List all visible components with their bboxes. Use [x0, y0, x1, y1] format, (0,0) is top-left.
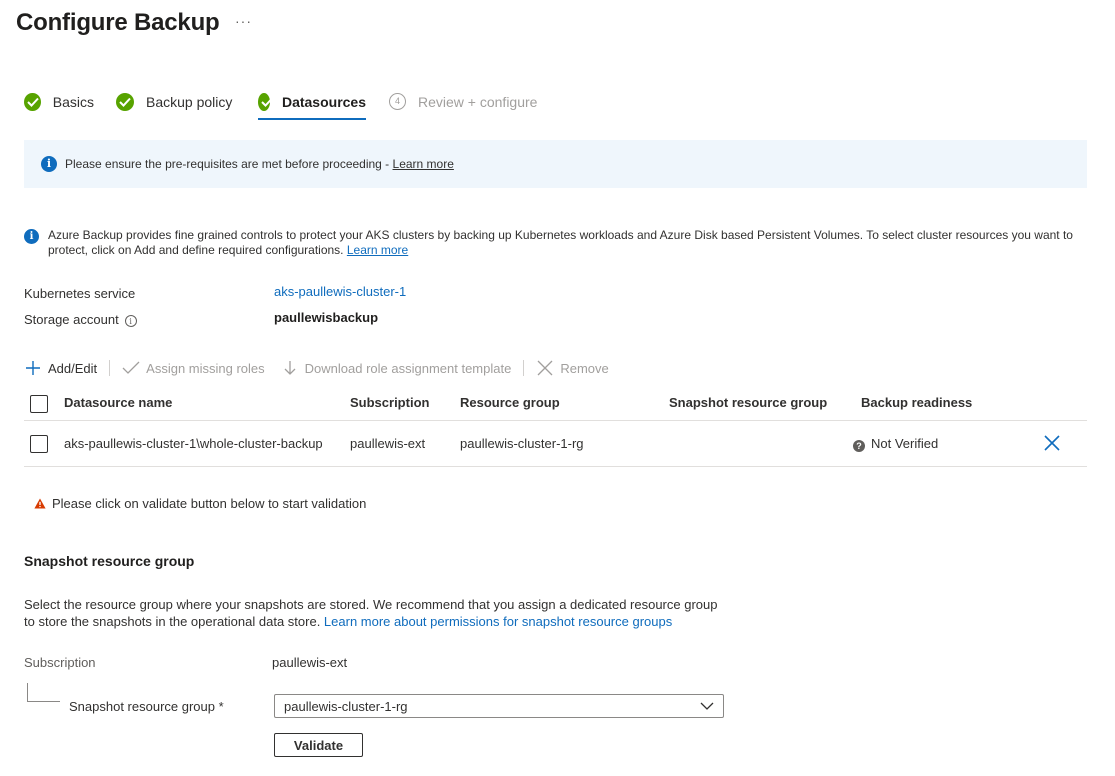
tab-backup-policy[interactable]: Backup policy [116, 90, 236, 120]
kubernetes-service-link[interactable]: aks-paullewis-cluster-1 [274, 284, 406, 299]
question-circle-icon: ? [853, 440, 865, 452]
resource-group-cell: paullewis-cluster-1-rg [460, 436, 584, 451]
datasource-table-header: Datasource name Subscription Resource gr… [24, 390, 1087, 421]
toolbar-divider [523, 360, 525, 376]
info-icon[interactable]: i [124, 315, 137, 327]
datasource-name-cell: aks-paullewis-cluster-1\whole-cluster-ba… [64, 436, 323, 451]
column-header: Subscription [350, 395, 430, 410]
tab-datasources[interactable]: Datasources [258, 90, 366, 120]
column-header: Resource group [460, 395, 560, 410]
tab-label: Review + configure [418, 94, 538, 110]
kubernetes-service-label: Kubernetes service [24, 286, 136, 301]
tree-connector [27, 683, 60, 702]
check-circle-icon [24, 93, 41, 111]
remove-row-button[interactable] [1043, 434, 1063, 454]
row-checkbox[interactable] [30, 435, 48, 453]
aks-backup-description: i Azure Backup provides fine grained con… [24, 228, 1084, 258]
snapshot-rg-dropdown[interactable]: paullewis-cluster-1-rg [274, 694, 724, 718]
page-title: Configure Backup [16, 9, 220, 36]
info-icon: i [24, 229, 39, 244]
column-header: Snapshot resource group [669, 395, 828, 410]
snapshot-permissions-link[interactable]: Learn more about permissions for snapsho… [324, 614, 672, 629]
checkmark-icon [122, 359, 140, 377]
warning-icon [34, 498, 46, 509]
backup-readiness-cell: ? Not Verified [853, 436, 938, 452]
tab-label: Basics [52, 94, 94, 110]
column-header: Backup readiness [861, 395, 973, 410]
download-template-button[interactable]: Download role assignment template [281, 359, 511, 377]
subscription-value: paullewis-ext [272, 655, 348, 670]
close-icon [536, 359, 554, 377]
table-row: aks-paullewis-cluster-1\whole-cluster-ba… [24, 421, 1087, 467]
download-icon [281, 359, 299, 377]
subscription-cell: paullewis-ext [350, 436, 426, 451]
tab-label: Backup policy [146, 94, 233, 110]
step-number-icon: 4 [389, 93, 406, 110]
more-options-button[interactable]: ··· [235, 13, 252, 29]
snapshot-section-title: Snapshot resource group [24, 553, 195, 569]
info-icon: i [41, 156, 57, 172]
column-header: Datasource name [64, 395, 173, 410]
tab-label: Datasources [281, 94, 366, 110]
prerequisites-banner: i Please ensure the pre-requisites are m… [24, 140, 1087, 188]
datasource-toolbar: Add/Edit Assign missing roles Download r… [24, 357, 609, 379]
storage-account-value: paullewisbackup [274, 310, 379, 325]
plus-icon [24, 359, 42, 377]
tab-basics[interactable]: Basics [24, 90, 94, 120]
validate-button[interactable]: Validate [274, 733, 363, 757]
description-learn-more-link[interactable]: Learn more [347, 243, 408, 257]
tab-review-configure[interactable]: 4 Review + configure [389, 90, 549, 120]
banner-text: Please ensure the pre-requisites are met… [65, 157, 454, 171]
chevron-down-icon [700, 702, 714, 710]
check-circle-icon [258, 93, 273, 111]
validation-warning: Please click on validate button below to… [34, 496, 366, 511]
assign-missing-roles-button[interactable]: Assign missing roles [122, 359, 265, 377]
toolbar-divider [109, 360, 111, 376]
storage-account-label: Storage account i [24, 312, 137, 327]
snapshot-rg-label: Snapshot resource group * [69, 699, 224, 714]
add-edit-button[interactable]: Add/Edit [24, 359, 97, 377]
select-all-checkbox[interactable] [30, 395, 48, 413]
remove-button[interactable]: Remove [536, 359, 609, 377]
check-circle-icon [116, 93, 134, 111]
close-icon [1044, 435, 1060, 451]
subscription-label: Subscription [24, 655, 96, 670]
banner-learn-more-link[interactable]: Learn more [393, 157, 454, 171]
snapshot-section-description: Select the resource group where your sna… [24, 597, 718, 629]
